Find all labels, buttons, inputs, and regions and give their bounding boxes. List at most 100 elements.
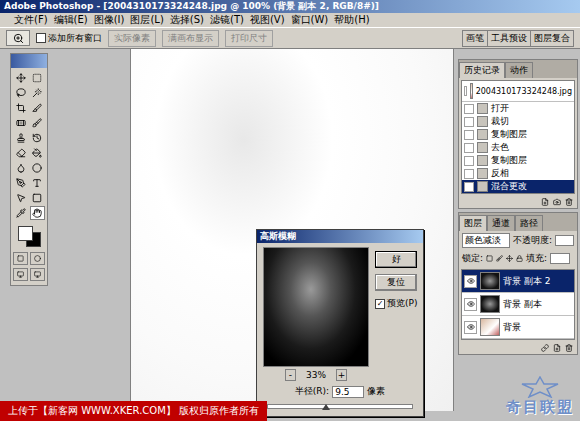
option-button[interactable]: 打印尺寸 — [225, 30, 273, 47]
lock-all-icon[interactable] — [516, 255, 523, 262]
menu-item[interactable]: 图层(L) — [130, 13, 163, 27]
layer-row[interactable]: 背景 副本 2 — [462, 270, 574, 293]
screen-mode-button[interactable] — [13, 268, 28, 281]
dialog-button[interactable]: 好 — [375, 251, 417, 268]
trash-icon[interactable] — [565, 344, 573, 352]
layer-thumbnail — [480, 318, 500, 336]
menu-item[interactable]: 滤镜(T) — [210, 13, 244, 27]
preview-checkbox[interactable]: ✓预览(P) — [375, 297, 417, 310]
tool-button[interactable] — [14, 146, 29, 160]
tool-button[interactable] — [30, 101, 45, 115]
fill-field[interactable] — [550, 253, 570, 264]
opacity-field[interactable] — [555, 235, 574, 246]
trash-icon[interactable] — [565, 198, 573, 206]
link-icon[interactable] — [541, 344, 549, 352]
blend-mode-select[interactable]: 颜色减淡 — [462, 233, 510, 248]
dialog-button[interactable]: 复位 — [375, 274, 417, 291]
visibility-toggle[interactable] — [464, 321, 477, 334]
full-screen-button[interactable] — [30, 268, 45, 281]
tool-button[interactable] — [14, 176, 29, 190]
history-item[interactable]: 裁切 — [462, 115, 574, 128]
tool-button[interactable] — [14, 131, 29, 145]
tool-button[interactable] — [14, 161, 29, 175]
menu-bar: 文件(F) 编辑(E) 图像(I) 图层(L) 选择(S) 滤镜(T) 视图(V) 窗口(W)… — [0, 13, 580, 27]
tool-button[interactable] — [30, 116, 45, 130]
checkbox-box[interactable]: ✓ — [375, 299, 385, 309]
history-item[interactable]: 去色 — [462, 141, 574, 154]
layer-thumbnail — [480, 295, 500, 313]
tool-button[interactable] — [14, 116, 29, 130]
menu-item[interactable]: 编辑(E) — [54, 13, 88, 27]
history-snapshot[interactable]: 2004310173324248.jpg — [462, 81, 574, 102]
palette-tab[interactable]: 图层复合 — [531, 31, 573, 46]
quick-mask-button[interactable] — [30, 252, 45, 265]
layer-row[interactable]: 背景 — [462, 316, 574, 339]
palette-tab[interactable]: 工具预设 — [488, 31, 530, 46]
menu-item[interactable]: 文件(F) — [14, 13, 48, 27]
menu-item[interactable]: 帮助(H) — [334, 13, 369, 27]
panel-tab[interactable]: 图层 — [459, 215, 487, 231]
history-item[interactable]: 反相 — [462, 167, 574, 180]
toolbox — [10, 53, 48, 286]
tool-button[interactable] — [30, 146, 45, 160]
screen-mode-icon — [17, 271, 24, 278]
panel-tab[interactable]: 路径 — [515, 215, 543, 231]
palette-tab[interactable]: 画笔 — [463, 31, 487, 46]
full-screen-icon — [34, 271, 41, 278]
option-button[interactable]: 满画布显示 — [162, 30, 219, 47]
history-item[interactable]: 混合更改 — [462, 180, 574, 193]
tool-button[interactable] — [30, 71, 45, 85]
star-logo-icon — [520, 376, 560, 398]
menu-item[interactable]: 视图(V) — [250, 13, 285, 27]
radius-input[interactable]: 9.5 — [332, 386, 364, 398]
tool-button[interactable] — [30, 176, 45, 190]
zoom-out-button[interactable]: - — [285, 369, 296, 381]
toolbox-header — [11, 54, 47, 68]
visibility-toggle[interactable] — [464, 298, 477, 311]
snapshot-thumbnail — [470, 83, 473, 99]
standard-mode-button[interactable] — [13, 252, 28, 265]
tool-button[interactable] — [14, 86, 29, 100]
new-document-icon[interactable] — [541, 198, 549, 206]
tool-button[interactable] — [14, 101, 29, 115]
layer-row[interactable]: 背景 副本 — [462, 293, 574, 316]
eyedropper-icon — [16, 208, 26, 218]
history-item[interactable]: 复制图层 — [462, 154, 574, 167]
paint-bucket-icon — [32, 148, 42, 158]
tool-button[interactable] — [30, 131, 45, 145]
tool-button[interactable] — [30, 191, 45, 205]
options-bar: 添加所有窗口实际像素满画布显示打印尺寸 画笔工具预设图层复合 — [0, 27, 580, 49]
panel-tab[interactable]: 动作 — [505, 62, 533, 78]
menu-item[interactable]: 窗口(W) — [291, 13, 329, 27]
panel-tab[interactable]: 通道 — [487, 215, 515, 231]
checkbox-box[interactable] — [36, 33, 46, 43]
marquee-icon — [32, 73, 42, 83]
blur-preview[interactable] — [263, 247, 369, 367]
tool-button[interactable] — [14, 191, 29, 205]
tool-button[interactable] — [14, 206, 29, 220]
history-item[interactable]: 打开 — [462, 102, 574, 115]
panel-tab[interactable]: 历史记录 — [459, 62, 505, 78]
resize-all-checkbox[interactable]: 添加所有窗口 — [36, 32, 102, 45]
tool-preset[interactable] — [6, 30, 30, 46]
new-layer-icon[interactable] — [553, 344, 561, 352]
option-button[interactable]: 实际像素 — [108, 30, 156, 47]
menu-item[interactable]: 图像(I) — [94, 13, 125, 27]
menu-item[interactable]: 选择(S) — [170, 13, 204, 27]
lock-pixels-icon[interactable] — [496, 255, 503, 262]
slider-thumb[interactable] — [322, 404, 330, 410]
history-item[interactable]: 复制图层 — [462, 128, 574, 141]
tool-button[interactable] — [14, 71, 29, 85]
tool-button[interactable] — [30, 161, 45, 175]
snapshot-icon[interactable] — [553, 198, 561, 206]
lock-transparency-icon[interactable] — [486, 255, 493, 262]
tool-button[interactable] — [30, 86, 45, 100]
eye-icon — [467, 277, 475, 285]
visibility-toggle[interactable] — [464, 275, 477, 288]
tool-button[interactable] — [30, 206, 45, 220]
lock-position-icon[interactable] — [506, 255, 513, 262]
foreground-color[interactable] — [18, 226, 33, 241]
dialog-title: 高斯模糊 — [257, 230, 423, 243]
zoom-in-button[interactable]: + — [336, 369, 347, 381]
radius-slider[interactable] — [267, 404, 413, 409]
